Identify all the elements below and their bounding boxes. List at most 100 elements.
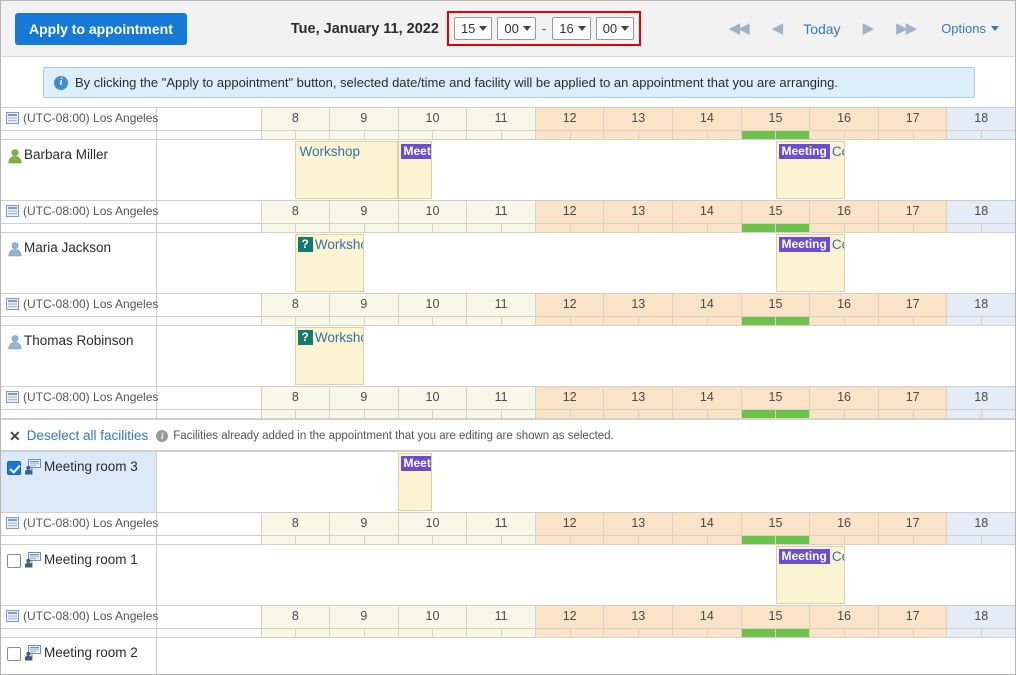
- half-slot-11-00[interactable]: [467, 317, 501, 325]
- half-slot-11-00[interactable]: [467, 536, 501, 544]
- half-slot-10-00[interactable]: [399, 629, 433, 637]
- half-slot-18-30[interactable]: [981, 224, 1015, 232]
- half-hour-cell-17[interactable]: [877, 316, 948, 326]
- calendar-event[interactable]: Meet: [397, 453, 432, 511]
- half-slot-14-00[interactable]: [673, 536, 707, 544]
- half-slot-15-00[interactable]: [741, 317, 776, 325]
- half-slot-10-30[interactable]: [432, 224, 466, 232]
- half-hour-cell-11[interactable]: [466, 316, 536, 326]
- half-slot-11-00[interactable]: [467, 410, 501, 418]
- half-slot-10-00[interactable]: [399, 317, 433, 325]
- half-hour-cell-9[interactable]: [329, 130, 399, 140]
- timeline-track[interactable]: [155, 637, 1015, 674]
- half-slot-16-00[interactable]: [810, 536, 844, 544]
- half-slot-16-00[interactable]: [810, 410, 844, 418]
- half-slot-11-30[interactable]: [501, 536, 535, 544]
- half-slot-14-00[interactable]: [673, 224, 707, 232]
- facility-cell[interactable]: Meeting room 2: [1, 637, 157, 674]
- half-slot-9-00[interactable]: [330, 224, 364, 232]
- half-hour-cell-12[interactable]: [534, 409, 605, 419]
- half-slot-9-30[interactable]: [363, 131, 398, 139]
- start-minute-select[interactable]: 00: [497, 17, 536, 40]
- half-hour-cell-8[interactable]: [260, 130, 331, 140]
- half-hour-cell-18[interactable]: [946, 628, 1015, 638]
- attendee-cell[interactable]: Thomas Robinson: [1, 325, 157, 387]
- half-slot-9-30[interactable]: [363, 536, 398, 544]
- half-slot-12-00[interactable]: [536, 317, 570, 325]
- half-hour-cell-15[interactable]: [740, 223, 811, 233]
- half-slot-12-00[interactable]: [536, 410, 570, 418]
- half-hour-cell-15[interactable]: [740, 316, 811, 326]
- half-slot-9-00[interactable]: [330, 536, 364, 544]
- half-slot-12-30[interactable]: [569, 317, 604, 325]
- timeline-track[interactable]: MeetingCo: [155, 544, 1015, 606]
- half-hour-cell-13[interactable]: [603, 316, 674, 326]
- half-slot-14-30[interactable]: [706, 410, 741, 418]
- calendar-event[interactable]: ?Workshop: [294, 327, 364, 385]
- half-slot-8-30[interactable]: [295, 131, 329, 139]
- half-slot-18-30[interactable]: [981, 410, 1015, 418]
- half-slot-12-30[interactable]: [569, 629, 604, 637]
- half-slot-13-30[interactable]: [638, 317, 672, 325]
- half-hour-cell-11[interactable]: [466, 130, 536, 140]
- half-slot-13-00[interactable]: [604, 536, 638, 544]
- half-slot-8-30[interactable]: [295, 536, 329, 544]
- half-slot-14-00[interactable]: [673, 629, 707, 637]
- half-slot-12-00[interactable]: [536, 131, 570, 139]
- half-slot-17-00[interactable]: [879, 317, 913, 325]
- half-hour-cell-10[interactable]: [397, 409, 468, 419]
- timeline-track[interactable]: ?Workshop: [155, 325, 1015, 387]
- today-button[interactable]: Today: [793, 17, 850, 41]
- half-slot-14-30[interactable]: [706, 317, 741, 325]
- half-slot-13-00[interactable]: [604, 317, 638, 325]
- half-slot-17-00[interactable]: [879, 131, 913, 139]
- half-hour-cell-9[interactable]: [329, 409, 399, 419]
- half-hour-cell-15[interactable]: [740, 409, 811, 419]
- half-hour-cell-8[interactable]: [260, 628, 331, 638]
- half-slot-14-00[interactable]: [673, 410, 707, 418]
- attendee[interactable]: Maria Jackson: [7, 239, 111, 257]
- half-slot-12-30[interactable]: [569, 410, 604, 418]
- deselect-all-facilities-button[interactable]: ✕ Deselect all facilities: [9, 428, 148, 443]
- half-slot-15-30[interactable]: [775, 629, 810, 637]
- half-slot-13-00[interactable]: [604, 131, 638, 139]
- half-hour-cell-8[interactable]: [260, 409, 331, 419]
- half-slot-17-00[interactable]: [879, 410, 913, 418]
- calendar-event[interactable]: Workshop: [294, 141, 398, 199]
- half-slot-15-00[interactable]: [741, 131, 776, 139]
- half-slot-17-30[interactable]: [912, 224, 947, 232]
- facility-cell[interactable]: Meeting room 1: [1, 544, 157, 606]
- half-slot-15-00[interactable]: [741, 536, 776, 544]
- half-slot-14-30[interactable]: [706, 536, 741, 544]
- half-slot-13-30[interactable]: [638, 536, 672, 544]
- half-slot-16-30[interactable]: [844, 131, 878, 139]
- half-hour-cell-8[interactable]: [260, 316, 331, 326]
- half-slot-17-00[interactable]: [879, 536, 913, 544]
- half-hour-cell-16[interactable]: [809, 409, 879, 419]
- half-slot-8-00[interactable]: [262, 536, 296, 544]
- half-hour-cell-16[interactable]: [809, 535, 879, 545]
- half-hour-cell-16[interactable]: [809, 316, 879, 326]
- apply-to-appointment-button[interactable]: Apply to appointment: [15, 12, 187, 45]
- facility-checkbox[interactable]: [7, 461, 21, 475]
- half-hour-cell-15[interactable]: [740, 628, 811, 638]
- half-hour-cell-17[interactable]: [877, 628, 948, 638]
- half-slot-16-30[interactable]: [844, 536, 878, 544]
- half-slot-8-00[interactable]: [262, 629, 296, 637]
- half-hour-cell-13[interactable]: [603, 535, 674, 545]
- half-hour-cell-11[interactable]: [466, 535, 536, 545]
- half-hour-cell-16[interactable]: [809, 628, 879, 638]
- half-slot-13-30[interactable]: [638, 629, 672, 637]
- calendar-event[interactable]: Meet: [397, 141, 432, 199]
- half-slot-10-00[interactable]: [399, 224, 433, 232]
- half-slot-8-30[interactable]: [295, 317, 329, 325]
- options-menu-button[interactable]: Options: [927, 17, 1001, 40]
- half-slot-15-00[interactable]: [741, 410, 776, 418]
- half-slot-12-00[interactable]: [536, 536, 570, 544]
- facility[interactable]: Meeting room 1: [7, 551, 152, 569]
- half-hour-cell-12[interactable]: [534, 316, 605, 326]
- half-slot-9-00[interactable]: [330, 629, 364, 637]
- half-hour-cell-15[interactable]: [740, 130, 811, 140]
- half-slot-13-30[interactable]: [638, 410, 672, 418]
- half-hour-cell-11[interactable]: [466, 628, 536, 638]
